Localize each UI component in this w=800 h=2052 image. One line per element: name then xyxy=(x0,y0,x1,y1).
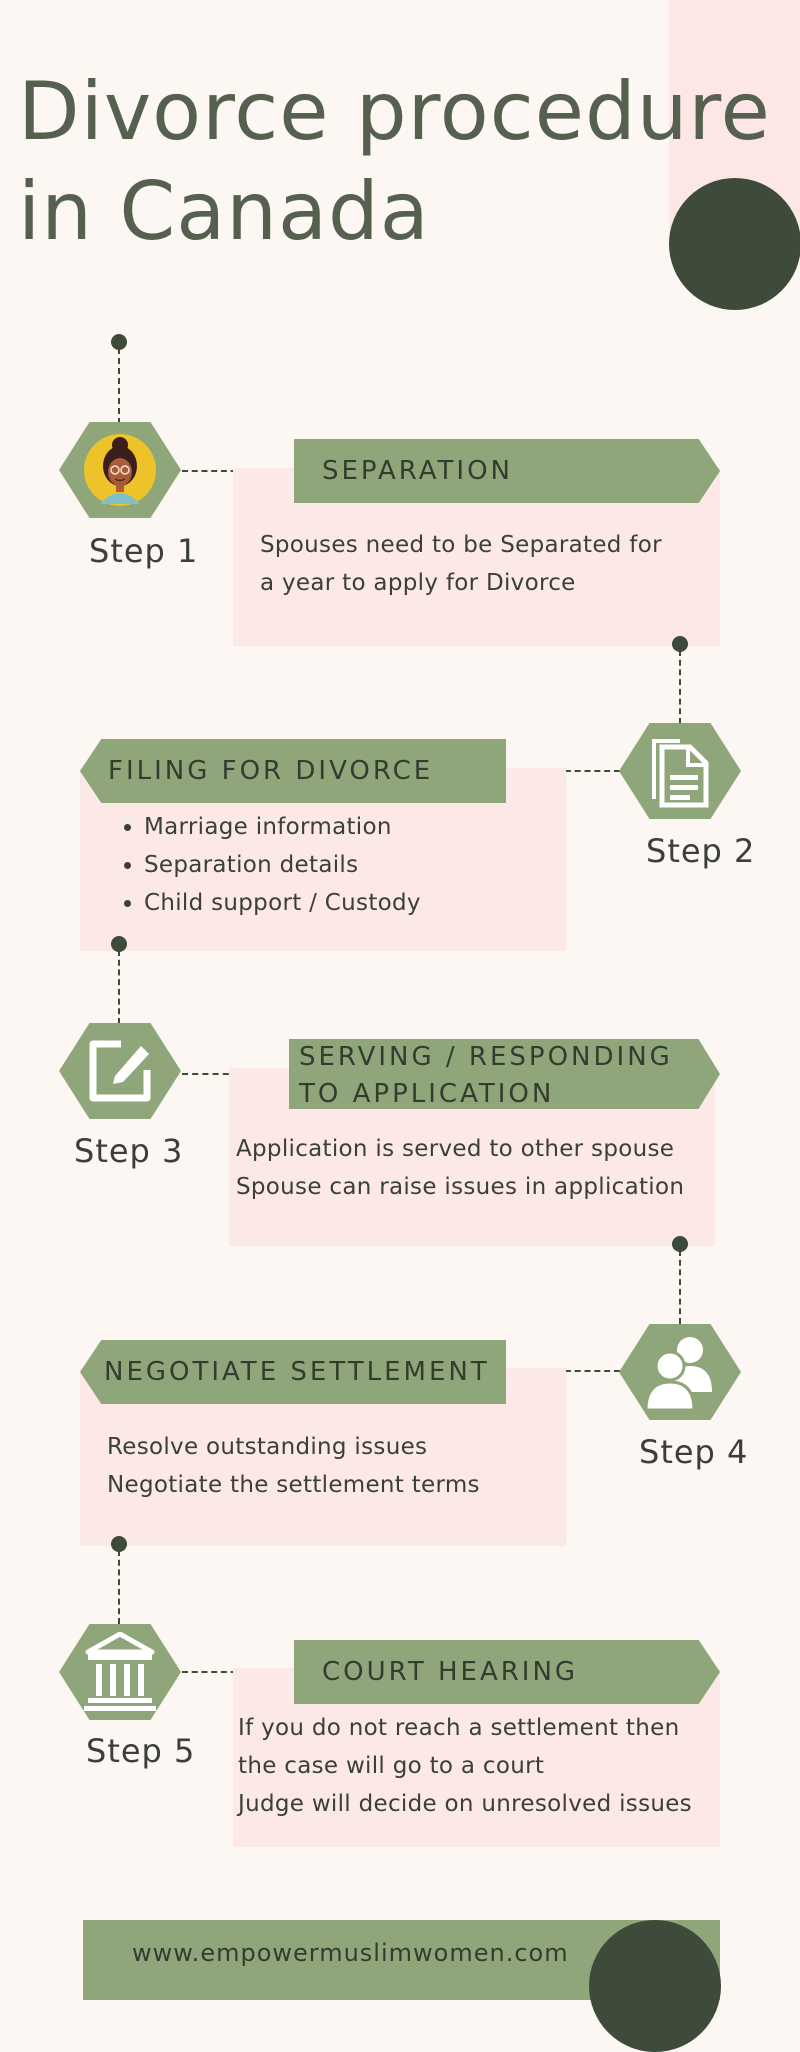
description-line: Application is served to other spouse xyxy=(236,1136,675,1162)
description-line: Negotiate the settlement terms xyxy=(107,1472,480,1498)
connector-line xyxy=(118,950,120,1024)
description-line: If you do not reach a settlement then xyxy=(238,1715,680,1741)
connector-line xyxy=(679,650,681,724)
woman-avatar-icon xyxy=(84,434,156,506)
description-line: Resolve outstanding issues xyxy=(107,1434,428,1460)
description-line: Judge will decide on unresolved issues xyxy=(238,1791,692,1817)
step-icon-badge xyxy=(619,1324,741,1420)
step-heading-text: TO APPLICATION xyxy=(299,1079,555,1109)
step-icon-badge xyxy=(619,723,741,819)
courthouse-icon xyxy=(84,1632,156,1711)
connector-line xyxy=(118,1550,120,1624)
description-line: a year to apply for Divorce xyxy=(260,570,576,596)
description-line: Spouses need to be Separated for xyxy=(260,532,662,558)
list-item: Separation details xyxy=(144,846,421,884)
step-label: Step 1 xyxy=(89,532,199,570)
step-heading-text: NEGOTIATE SETTLEMENT xyxy=(104,1357,490,1387)
step-heading: SEPARATION xyxy=(294,439,720,503)
step-icon-badge xyxy=(59,1023,181,1119)
page-title: Divorce procedure in Canada xyxy=(18,62,778,262)
list-item: Child support / Custody xyxy=(144,884,421,922)
list-item: Marriage information xyxy=(144,808,421,846)
step-heading: NEGOTIATE SETTLEMENT xyxy=(80,1340,506,1404)
description-line: the case will go to a court xyxy=(238,1753,545,1779)
step-heading: SERVING / RESPONDING TO APPLICATION xyxy=(289,1039,720,1109)
step-bullet-list: Marriage information Separation details … xyxy=(112,808,421,922)
step-label: Step 4 xyxy=(639,1433,749,1471)
step-label: Step 2 xyxy=(646,832,756,870)
page-title-line2: in Canada xyxy=(18,165,430,258)
step-heading-text: FILING FOR DIVORCE xyxy=(108,756,434,786)
people-icon xyxy=(644,1337,712,1410)
step-heading: FILING FOR DIVORCE xyxy=(80,739,506,803)
step-label: Step 3 xyxy=(74,1132,184,1170)
connector-line xyxy=(679,1250,681,1324)
step-description: Resolve outstanding issues Negotiate the… xyxy=(107,1428,480,1504)
step-heading-text: SERVING / RESPONDING xyxy=(299,1042,673,1072)
description-line: Spouse can raise issues in application xyxy=(236,1174,685,1200)
edit-icon xyxy=(89,1040,151,1102)
step-description: Spouses need to be Separated for a year … xyxy=(260,526,662,602)
page-title-line1: Divorce procedure xyxy=(18,65,771,158)
connector-line xyxy=(118,348,120,424)
step-description: Application is served to other spouse Sp… xyxy=(236,1130,684,1206)
step-heading-text: SEPARATION xyxy=(322,456,513,486)
step-description: If you do not reach a settlement then th… xyxy=(238,1709,692,1823)
step-icon-badge xyxy=(59,422,181,518)
step-icon-badge xyxy=(59,1624,181,1720)
documents-icon xyxy=(652,739,709,808)
step-heading-text: COURT HEARING xyxy=(322,1657,579,1687)
footer-decoration-circle xyxy=(589,1920,721,2052)
step-label: Step 5 xyxy=(86,1732,196,1770)
footer-website-link[interactable]: www.empowermuslimwomen.com xyxy=(132,1939,569,1967)
step-heading: COURT HEARING xyxy=(294,1640,720,1704)
